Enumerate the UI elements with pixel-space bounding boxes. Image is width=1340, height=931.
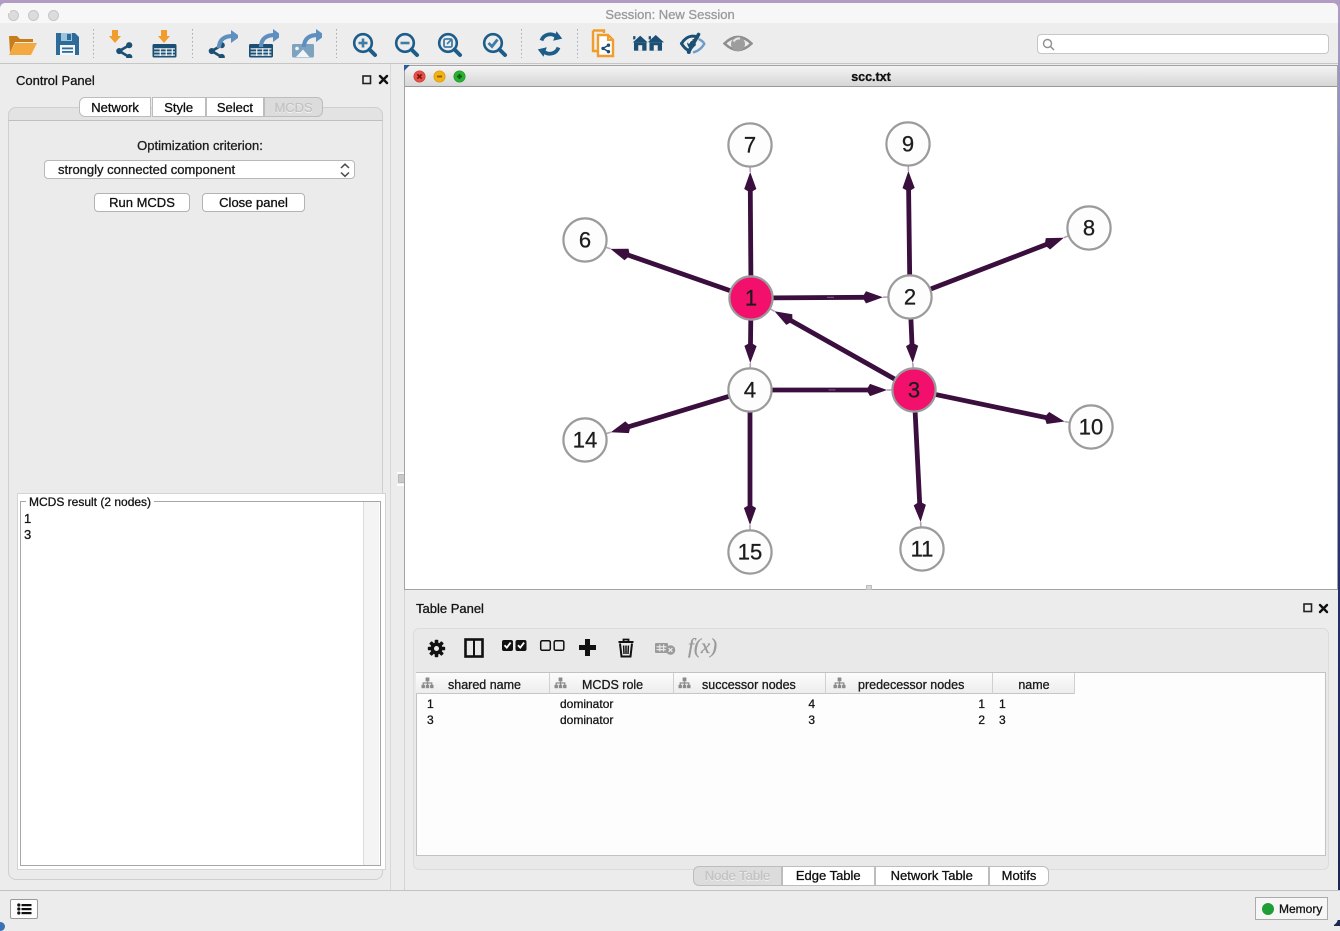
svg-text:15: 15 [738,540,762,565]
svg-text:11: 11 [911,537,934,562]
svg-text:7: 7 [744,133,756,158]
svg-text:4: 4 [744,378,756,403]
svg-text:14: 14 [573,428,597,453]
svg-text:10: 10 [1079,415,1103,440]
svg-text:3: 3 [908,378,920,403]
svg-text:6: 6 [579,228,591,253]
svg-text:9: 9 [902,132,914,157]
svg-text:8: 8 [1083,216,1095,241]
svg-text:1: 1 [745,286,757,311]
svg-text:2: 2 [904,285,916,310]
